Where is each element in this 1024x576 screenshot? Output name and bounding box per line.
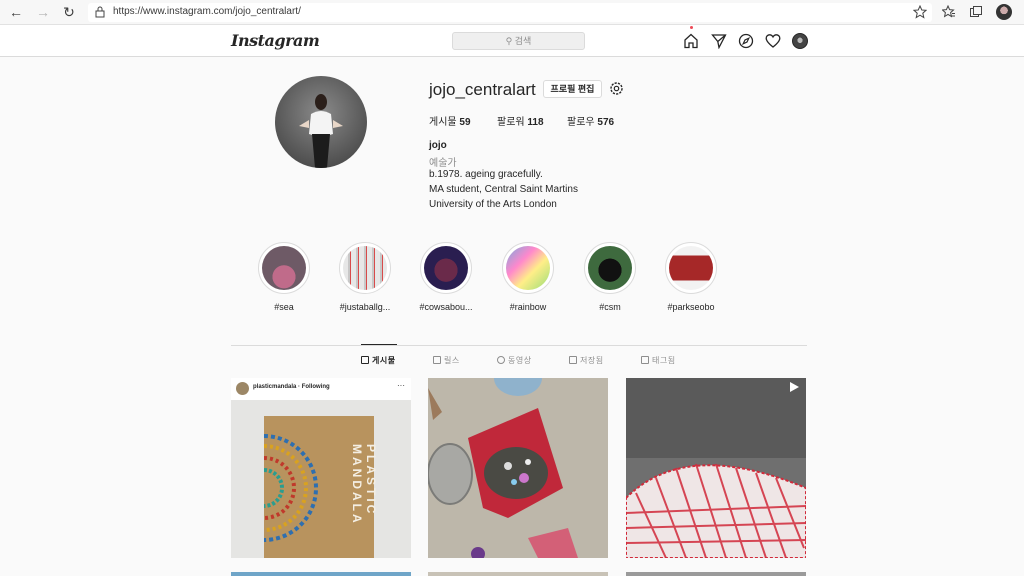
following-count[interactable]: 팔로우 576	[567, 113, 614, 128]
bio-line: b.1978. ageing gracefully.	[429, 169, 543, 180]
tab-label: 동영상	[508, 356, 532, 365]
avatar	[236, 382, 249, 395]
search-input[interactable]: ⚲ 검색	[452, 32, 585, 50]
highlight-label: #sea	[274, 302, 294, 312]
lock-icon	[95, 6, 105, 18]
reels-icon	[433, 356, 441, 364]
direct-message-icon[interactable]	[711, 33, 727, 49]
embedded-post-header: plasticmandala · Following ···	[231, 378, 411, 400]
book-photo: PLASTIC MANDALA	[231, 400, 411, 558]
tab-videos[interactable]: 동영상	[497, 355, 532, 366]
bookmark-icon	[569, 356, 577, 364]
post-tile-partial[interactable]	[626, 572, 806, 576]
beach-bag-photo	[428, 378, 608, 558]
profile-figure	[299, 94, 343, 168]
post-tile-partial[interactable]	[231, 572, 411, 576]
profile-display-name: jojo	[429, 140, 447, 151]
highlight-label: #cowsabou...	[419, 302, 473, 312]
bio-line: University of the Arts London	[429, 199, 557, 210]
highlight-sea[interactable]	[258, 242, 310, 294]
highlight-label: #parkseobo	[667, 302, 715, 312]
following-label: 팔로우	[567, 117, 595, 128]
video-play-icon	[790, 382, 799, 392]
video-icon	[497, 356, 505, 364]
explore-icon[interactable]	[738, 33, 754, 49]
highlight-thumbnail	[669, 246, 713, 290]
highlight-label: #justaballg...	[339, 302, 391, 312]
profile-username: jojo_centralart	[429, 80, 536, 99]
reload-icon[interactable]: ↻	[61, 4, 77, 20]
back-icon[interactable]: ←	[8, 4, 24, 20]
browser-toolbar: ← → ↻ https://www.instagram.com/jojo_cen…	[0, 0, 1024, 25]
more-options-icon: ···	[397, 381, 405, 390]
posts-label: 게시물	[429, 117, 457, 128]
highlight-label: #rainbow	[509, 302, 547, 312]
following-value: 576	[597, 117, 615, 128]
tab-posts[interactable]: 게시물	[361, 355, 396, 366]
tag-icon	[641, 356, 649, 364]
instagram-logo[interactable]: Instagram	[231, 31, 320, 50]
post-tile[interactable]	[428, 378, 608, 558]
post-tile[interactable]: plasticmandala · Following ··· PLASTIC M…	[231, 378, 411, 558]
tab-label: 릴스	[444, 356, 460, 365]
profile-avatar-icon[interactable]	[792, 33, 808, 49]
tab-label: 태그됨	[652, 356, 676, 365]
followers-value: 118	[527, 117, 544, 128]
highlight-thumbnail	[506, 246, 550, 290]
tab-label: 저장됨	[580, 356, 604, 365]
highlight-parkseobo[interactable]	[665, 242, 717, 294]
post-tile[interactable]	[626, 378, 806, 558]
following-text: Following	[301, 384, 330, 390]
favorite-star-icon[interactable]	[913, 5, 927, 19]
highlight-justaballg[interactable]	[339, 242, 391, 294]
search-placeholder: 검색	[514, 36, 532, 46]
settings-gear-icon[interactable]	[608, 80, 625, 97]
forward-icon[interactable]: →	[35, 4, 51, 20]
highlight-rainbow[interactable]	[502, 242, 554, 294]
edit-profile-button[interactable]: 프로필 편집	[543, 80, 602, 98]
posts-count: 게시물 59	[429, 113, 471, 128]
grid-icon	[361, 356, 369, 364]
active-tab-indicator	[361, 344, 397, 345]
profile-picture[interactable]	[275, 76, 367, 168]
tab-tagged[interactable]: 태그됨	[641, 355, 676, 366]
book-title: PLASTIC MANDALA	[350, 444, 378, 526]
highlight-cowsabou[interactable]	[420, 242, 472, 294]
tabs-divider	[231, 345, 807, 346]
post-tile-partial[interactable]	[428, 572, 608, 576]
bio-line: MA student, Central Saint Martins	[429, 184, 578, 195]
home-icon[interactable]	[683, 33, 699, 49]
url-text: https://www.instagram.com/jojo_centralar…	[113, 6, 301, 17]
highlight-thumbnail	[262, 246, 306, 290]
posts-value: 59	[459, 117, 471, 128]
highlight-thumbnail	[424, 246, 468, 290]
address-bar[interactable]: https://www.instagram.com/jojo_centralar…	[88, 3, 932, 22]
collections-icon[interactable]	[969, 5, 983, 19]
notification-dot	[690, 26, 693, 29]
search-icon: ⚲	[505, 36, 515, 46]
instagram-header: Instagram ⚲ 검색	[0, 25, 1024, 57]
tab-saved[interactable]: 저장됨	[569, 355, 604, 366]
followers-count[interactable]: 팔로워 118	[497, 113, 544, 128]
heart-icon[interactable]	[765, 33, 781, 49]
tab-reels[interactable]: 릴스	[433, 355, 460, 366]
favorites-icon[interactable]	[942, 5, 956, 19]
followers-label: 팔로워	[497, 117, 525, 128]
embedded-username: plasticmandala · Following	[253, 384, 330, 390]
tab-label: 게시물	[372, 356, 396, 365]
red-net-photo	[626, 378, 806, 558]
book-cover: PLASTIC MANDALA	[263, 416, 378, 558]
profile-category: 예술가	[429, 158, 457, 169]
highlight-thumbnail	[343, 246, 387, 290]
highlight-label: #csm	[599, 302, 621, 312]
highlight-thumbnail	[588, 246, 632, 290]
highlight-csm[interactable]	[584, 242, 636, 294]
browser-profile-avatar[interactable]	[996, 4, 1012, 20]
